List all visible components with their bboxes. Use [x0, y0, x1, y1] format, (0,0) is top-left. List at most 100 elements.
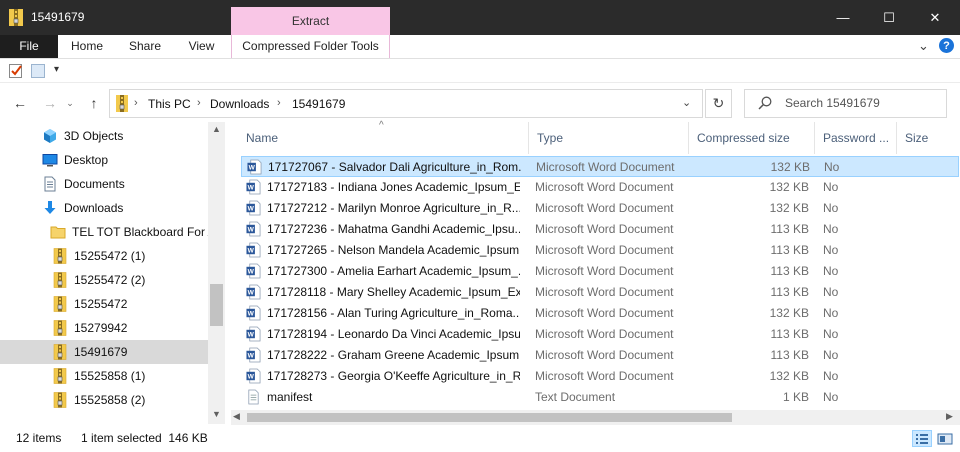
word-doc-icon: W — [246, 221, 261, 237]
maximize-button[interactable]: ☐ — [866, 0, 912, 35]
file-name: 171727183 - Indiana Jones Academic_Ipsum… — [267, 180, 520, 194]
file-row[interactable]: W 171727067 - Salvador Dali Agriculture_i… — [241, 156, 959, 177]
svg-text:W: W — [248, 353, 255, 360]
file-row[interactable]: W 171727300 - Amelia Earhart Academic_Ips… — [241, 261, 959, 282]
address-dropdown-chevron-icon[interactable]: ⌄ — [682, 96, 691, 109]
file-password-protected: No — [823, 369, 839, 383]
word-doc-icon: W — [246, 263, 261, 279]
file-name: 171728194 - Leonardo Da Vinci Academic_I… — [267, 327, 520, 341]
scroll-down-arrow-icon[interactable]: ▼ — [208, 409, 225, 423]
tab-view[interactable]: View — [174, 35, 229, 58]
file-type: Microsoft Word Document — [535, 348, 674, 362]
up-button[interactable]: ↑ — [84, 93, 104, 113]
refresh-button[interactable]: ↻ — [705, 89, 732, 118]
nav-item[interactable]: 15279942 — [0, 316, 208, 340]
file-row[interactable]: W 171727212 - Marilyn Monroe Agriculture_… — [241, 198, 959, 219]
column-header-type[interactable]: Type — [529, 122, 689, 154]
file-compressed-size: 132 KB — [769, 201, 809, 215]
svg-text:W: W — [248, 185, 255, 192]
tab-share[interactable]: Share — [116, 35, 174, 58]
nav-item-label: 15525858 (1) — [74, 369, 146, 383]
breadcrumb-this-pc[interactable]: This PC — [148, 97, 191, 111]
details-view-button[interactable] — [912, 430, 932, 447]
file-row[interactable]: W 171727265 - Nelson Mandela Academic_Ips… — [241, 240, 959, 261]
properties-checkmark-icon[interactable] — [8, 63, 24, 79]
svg-text:W: W — [248, 248, 255, 255]
breadcrumb-downloads[interactable]: Downloads — [210, 97, 269, 111]
svg-text:W: W — [248, 269, 255, 276]
nav-item[interactable]: 15255472 — [0, 292, 208, 316]
help-icon[interactable]: ? — [939, 38, 954, 53]
ribbon-collapse-chevron-icon[interactable]: ⌄ — [918, 38, 930, 54]
scroll-left-arrow-icon[interactable]: ◀ — [233, 411, 240, 422]
file-type: Microsoft Word Document — [535, 243, 674, 257]
file-row[interactable]: W 171728118 - Mary Shelley Academic_Ipsum… — [241, 282, 959, 303]
nav-item[interactable]: 15525858 (1) — [0, 364, 208, 388]
search-input[interactable] — [785, 96, 940, 110]
file-row[interactable]: W 171728273 - Georgia O'Keeffe Agricultur… — [241, 366, 959, 387]
column-header-size[interactable]: Size — [897, 122, 957, 154]
breadcrumb-current-folder[interactable]: 15491679 — [292, 97, 345, 111]
status-bar: 12 items 1 item selected 146 KB — [0, 425, 960, 452]
large-icons-view-button[interactable] — [935, 430, 955, 447]
file-row[interactable]: W 171728194 - Leonardo Da Vinci Academic_… — [241, 324, 959, 345]
breadcrumb-separator[interactable]: › — [197, 97, 201, 109]
file-type: Microsoft Word Document — [535, 306, 674, 320]
column-header-compressed-size[interactable]: Compressed size — [689, 122, 815, 154]
search-box[interactable] — [744, 89, 947, 118]
close-button[interactable]: ✕ — [912, 0, 958, 35]
file-type: Microsoft Word Document — [535, 180, 674, 194]
nav-item[interactable]: 15255472 (1) — [0, 244, 208, 268]
nav-item[interactable]: Desktop — [0, 148, 208, 172]
scroll-right-arrow-icon[interactable]: ▶ — [946, 411, 953, 422]
customize-toolbar-icon[interactable]: ▾ — [54, 64, 70, 80]
zip-folder-icon — [53, 272, 67, 288]
file-type: Microsoft Word Document — [536, 160, 675, 174]
tab-home[interactable]: Home — [58, 35, 116, 58]
column-header-password-protected[interactable]: Password ... — [815, 122, 897, 154]
window-title: 15491679 — [31, 10, 85, 24]
file-list-horizontal-scrollbar[interactable]: ◀ ▶ — [231, 410, 960, 425]
file-compressed-size: 132 KB — [770, 160, 810, 174]
back-button[interactable]: ← — [10, 93, 30, 113]
forward-button[interactable]: → — [40, 93, 60, 113]
large-icons-view-icon — [937, 433, 953, 445]
tab-file[interactable]: File — [0, 35, 58, 58]
file-name: manifest — [267, 390, 313, 404]
contextual-tab-group-extract[interactable]: Extract — [231, 7, 390, 35]
nav-item-label: 15255472 (2) — [74, 273, 146, 287]
new-folder-icon[interactable] — [30, 63, 46, 79]
file-row[interactable]: W 171728156 - Alan Turing Agriculture_in_… — [241, 303, 959, 324]
nav-item[interactable]: Downloads — [0, 196, 208, 220]
file-password-protected: No — [823, 222, 839, 236]
scroll-up-arrow-icon[interactable]: ▲ — [208, 124, 225, 138]
nav-item[interactable]: Documents — [0, 172, 208, 196]
breadcrumb-separator[interactable]: › — [277, 97, 281, 109]
svg-text:W: W — [249, 165, 256, 172]
file-type: Microsoft Word Document — [535, 201, 674, 215]
nav-item[interactable]: 15525858 (2) — [0, 388, 208, 412]
horizontal-scrollbar-thumb[interactable] — [247, 413, 732, 422]
recent-locations-chevron-icon[interactable]: ⌄ — [64, 93, 76, 113]
minimize-button[interactable]: — — [820, 0, 866, 35]
scrollbar-thumb[interactable] — [210, 284, 223, 326]
word-doc-icon: W — [246, 347, 261, 363]
file-row[interactable]: manifest Text Document 1 KB No — [241, 387, 959, 408]
file-row[interactable]: W 171727236 - Mahatma Gandhi Academic_Ips… — [241, 219, 959, 240]
navigation-pane-scrollbar[interactable]: ▲ ▼ — [208, 122, 225, 424]
file-row[interactable]: W 171727183 - Indiana Jones Academic_Ipsu… — [241, 177, 959, 198]
breadcrumb-separator[interactable]: › — [134, 97, 138, 109]
nav-item[interactable]: TEL TOT Blackboard For Ac — [0, 220, 208, 244]
file-type: Microsoft Word Document — [535, 369, 674, 383]
nav-item[interactable]: 3D Objects — [0, 124, 208, 148]
nav-item[interactable]: 15491679 — [0, 340, 208, 364]
word-doc-icon: W — [246, 200, 261, 216]
nav-item-label: Desktop — [64, 153, 109, 167]
address-bar[interactable]: › This PC › Downloads › 15491679 ⌄ — [109, 89, 703, 118]
svg-text:W: W — [248, 290, 255, 297]
file-row[interactable]: W 171728222 - Graham Greene Academic_Ipsu… — [241, 345, 959, 366]
nav-item[interactable]: 15255472 (2) — [0, 268, 208, 292]
title-bar: 15491679 Extract — ☐ ✕ — [0, 0, 960, 35]
tab-compressed-folder-tools[interactable]: Compressed Folder Tools — [231, 35, 390, 58]
zip-folder-icon — [53, 392, 67, 408]
